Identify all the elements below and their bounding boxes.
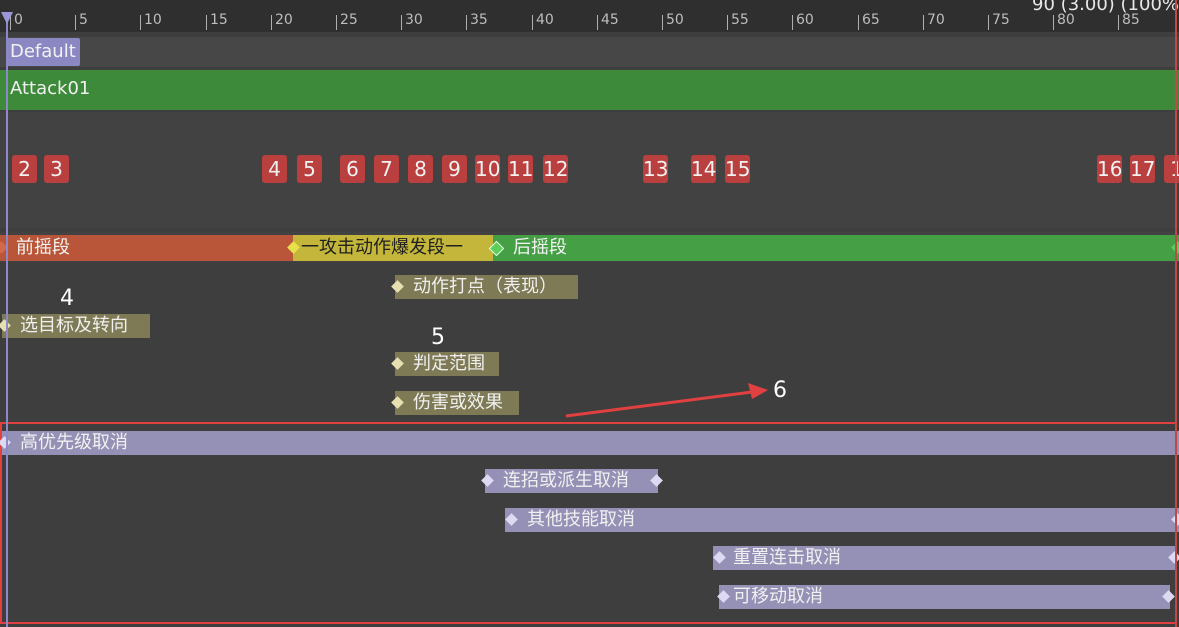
diamond-icon	[713, 551, 726, 564]
cancel-reset-combo[interactable]: 重置连击取消	[713, 546, 1179, 570]
playhead-line[interactable]	[6, 14, 8, 627]
notify-label: 可移动取消	[733, 586, 823, 607]
timeline-editor[interactable]: 0 5 10 15 20 25 30 35 40 45 50 55 60 65 70 75 80 85 90 (3…	[0, 0, 1179, 627]
notify-label: 连招或派生取消	[503, 470, 629, 491]
cancel-movable[interactable]: 可移动取消	[717, 585, 1175, 609]
notify-label: 重置连击取消	[733, 547, 841, 568]
cancel-high-priority[interactable]: 高优先级取消	[0, 431, 1179, 455]
diamond-icon	[505, 513, 518, 526]
cancel-combo-derive[interactable]: 连招或派生取消	[481, 469, 663, 493]
playhead-handle-icon[interactable]	[1, 12, 13, 24]
diamond-icon	[717, 590, 730, 603]
cancel-other-skill[interactable]: 其他技能取消	[505, 508, 1179, 532]
notify-label: 其他技能取消	[527, 509, 635, 530]
notify-label: 高优先级取消	[20, 432, 128, 453]
end-marker-line	[1175, 0, 1177, 627]
